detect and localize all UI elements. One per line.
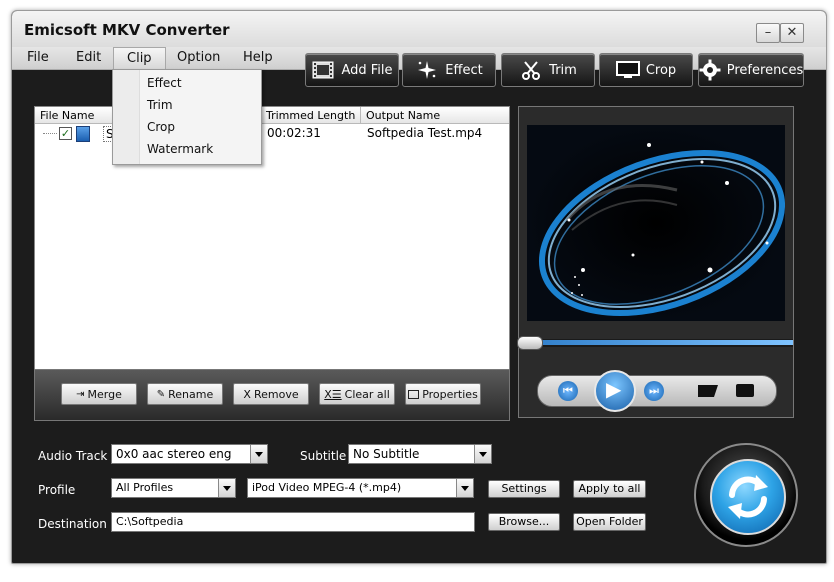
settings-button[interactable]: Settings — [488, 480, 560, 498]
seek-handle[interactable] — [517, 336, 543, 350]
clip-menu-crop[interactable]: Crop — [147, 120, 175, 134]
monitor-icon — [615, 59, 640, 81]
seek-track — [519, 340, 793, 345]
menu-help[interactable]: Help — [243, 50, 273, 65]
audio-track-select[interactable]: 0x0 aac stereo eng — [111, 444, 268, 464]
profile-category-select[interactable]: All Profiles — [111, 478, 236, 498]
close-button[interactable]: ✕ — [780, 23, 804, 43]
trim-button[interactable]: Trim — [501, 53, 595, 87]
play-icon: ▶ — [606, 377, 622, 401]
folder-icon[interactable] — [698, 385, 718, 397]
clear-all-label: Clear all — [344, 387, 390, 401]
column-header-output-name[interactable]: Output Name — [361, 107, 509, 124]
crop-label: Crop — [645, 62, 677, 78]
refresh-icon — [728, 475, 768, 519]
video-file-icon — [76, 126, 90, 142]
destination-label: Destination — [38, 517, 107, 531]
preview-artwork — [527, 125, 785, 321]
next-icon: ⏭ — [649, 384, 659, 397]
rename-button[interactable]: ✎ Rename — [147, 383, 223, 405]
clear-all-button[interactable]: X☰ Clear all — [319, 383, 395, 405]
merge-label: Merge — [87, 387, 122, 401]
scissors-icon — [519, 59, 543, 81]
clear-all-icon: X☰ — [324, 387, 342, 401]
audio-track-label: Audio Track — [38, 449, 108, 463]
destination-input[interactable]: C:\Softpedia — [111, 512, 475, 532]
profile-category-value: All Profiles — [116, 481, 174, 494]
subtitle-label: Subtitle — [300, 449, 347, 463]
preview-panel: ⏮ ▶ ⏭ — [517, 106, 794, 418]
properties-label: Properties — [422, 387, 478, 401]
effect-button[interactable]: Effect — [402, 53, 496, 87]
previous-icon: ⏮ — [563, 384, 573, 397]
menu-file[interactable]: File — [27, 50, 49, 65]
file-list[interactable]: File Name Trimmed Length Output Name ✓ S… — [34, 106, 510, 370]
seek-bar[interactable] — [517, 336, 793, 350]
trim-label: Trim — [549, 62, 577, 78]
title-bar[interactable]: Emicsoft MKV Converter – ✕ — [12, 11, 826, 47]
preferences-button[interactable]: Preferences — [698, 53, 804, 87]
clip-menu-effect[interactable]: Effect — [147, 76, 182, 90]
app-window: Emicsoft MKV Converter – ✕ File Edit Cli… — [11, 10, 827, 564]
effect-label: Effect — [445, 62, 483, 78]
preferences-label: Preferences — [726, 62, 804, 78]
list-action-bar: ⇥ Merge ✎ Rename X Remove X☰ Clear all P… — [34, 369, 510, 421]
column-header-trimmed-length[interactable]: Trimmed Length — [261, 107, 361, 124]
subtitle-value: No Subtitle — [353, 447, 420, 461]
chevron-down-icon[interactable] — [250, 445, 267, 463]
audio-track-value: 0x0 aac stereo eng — [116, 447, 232, 461]
apply-to-all-button[interactable]: Apply to all — [573, 480, 646, 498]
remove-icon: X — [243, 387, 251, 401]
menu-option[interactable]: Option — [177, 50, 220, 65]
subtitle-select[interactable]: No Subtitle — [348, 444, 492, 464]
tree-line — [43, 133, 57, 134]
clip-menu-dropdown: Effect Trim Crop Watermark — [112, 69, 262, 165]
clip-menu-watermark[interactable]: Watermark — [147, 142, 213, 156]
sparkle-icon — [415, 59, 439, 81]
video-preview — [527, 125, 785, 321]
add-file-button[interactable]: Add File — [305, 53, 399, 87]
destination-value: C:\Softpedia — [116, 515, 184, 528]
browse-button[interactable]: Browse... — [488, 513, 560, 531]
chevron-down-icon[interactable] — [474, 445, 491, 463]
playback-controls: ⏮ ▶ ⏭ — [537, 370, 777, 412]
remove-button[interactable]: X Remove — [233, 383, 309, 405]
menu-edit[interactable]: Edit — [76, 50, 101, 65]
clip-menu-trim[interactable]: Trim — [147, 98, 173, 112]
output-name-cell: Softpedia Test.mp4 — [367, 126, 483, 140]
crop-button[interactable]: Crop — [599, 53, 693, 87]
table-row[interactable]: ✓ S 00:02:31 Softpedia Test.mp4 — [35, 125, 509, 143]
rename-label: Rename — [168, 387, 214, 401]
dropdown-gutter — [113, 70, 140, 164]
profile-label: Profile — [38, 483, 76, 497]
menu-clip[interactable]: Clip — [113, 47, 166, 70]
merge-icon: ⇥ — [76, 388, 85, 400]
convert-button[interactable] — [694, 443, 798, 547]
properties-button[interactable]: Properties — [405, 383, 481, 405]
row-checkbox[interactable]: ✓ — [59, 127, 72, 140]
camera-icon[interactable] — [736, 384, 754, 397]
merge-button[interactable]: ⇥ Merge — [61, 383, 137, 405]
profile-value: iPod Video MPEG-4 (*.mp4) — [252, 481, 402, 494]
minimize-button[interactable]: – — [756, 23, 780, 43]
gear-icon — [699, 59, 721, 81]
convert-inner — [710, 459, 786, 535]
profile-select[interactable]: iPod Video MPEG-4 (*.mp4) — [247, 478, 474, 498]
remove-label: Remove — [253, 387, 299, 401]
open-folder-button[interactable]: Open Folder — [573, 513, 646, 531]
add-file-label: Add File — [341, 62, 393, 78]
trimmed-length-cell: 00:02:31 — [267, 126, 321, 140]
film-icon — [311, 59, 335, 81]
chevron-down-icon[interactable] — [456, 479, 473, 497]
pencil-icon: ✎ — [156, 388, 166, 400]
chevron-down-icon[interactable] — [218, 479, 235, 497]
window-title: Emicsoft MKV Converter — [24, 21, 230, 39]
properties-icon — [408, 389, 420, 399]
